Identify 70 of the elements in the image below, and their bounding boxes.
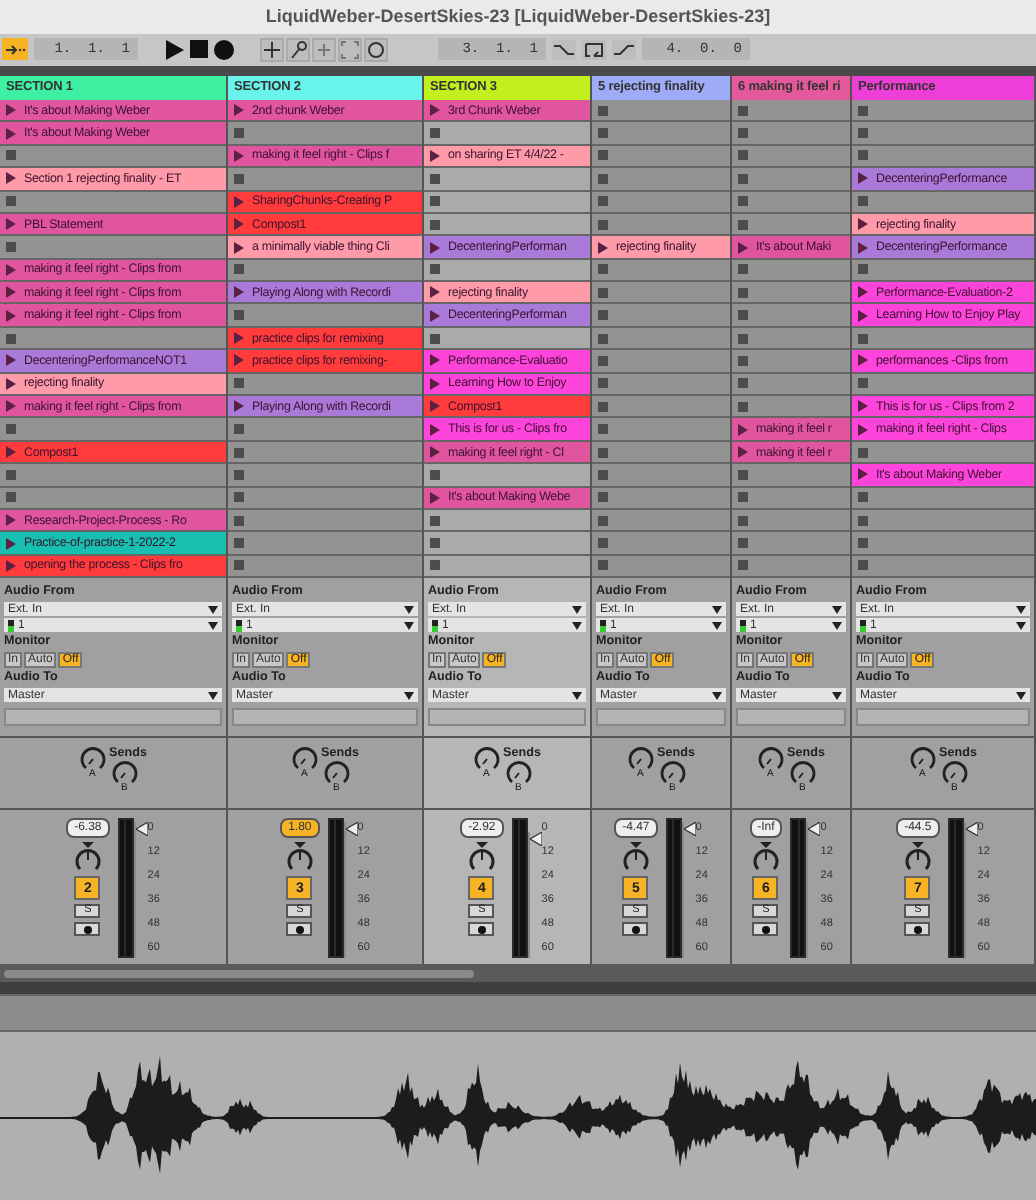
level-icon: [236, 619, 242, 632]
play-icon[interactable]: [598, 241, 608, 253]
circle-icon[interactable]: [366, 39, 386, 60]
level-meter: [947, 818, 964, 959]
level-icon: [432, 619, 438, 632]
scrollbar-thumb[interactable]: [4, 969, 474, 978]
volume-fader[interactable]: [527, 832, 542, 959]
record-icon: [631, 925, 640, 934]
pan-knob[interactable]: [73, 842, 102, 873]
window-title: LiquidWeber-DesertSkies-23 [LiquidWeber-DesertSkies-23]: [265, 6, 771, 27]
arm-button[interactable]: [752, 922, 779, 937]
record-icon[interactable]: [214, 39, 234, 60]
level-icon: [600, 619, 606, 632]
arm-button[interactable]: [286, 922, 313, 937]
record-icon: [761, 925, 770, 934]
node-icon[interactable]: [288, 39, 308, 60]
level-meter: [665, 818, 682, 959]
record-icon: [477, 925, 486, 934]
send-knob[interactable]: [659, 760, 686, 787]
level-meter: [790, 818, 807, 959]
send-knob[interactable]: [757, 746, 784, 773]
play-icon[interactable]: [164, 39, 184, 60]
curve-icon[interactable]: [612, 39, 636, 60]
caret-icon: [572, 691, 582, 700]
arm-button[interactable]: [468, 922, 495, 937]
blank-bar: [736, 708, 846, 727]
send-knob[interactable]: [323, 760, 350, 787]
send-knob[interactable]: [627, 746, 654, 773]
pan-knob[interactable]: [285, 842, 314, 873]
send-knob[interactable]: [291, 746, 318, 773]
stop-icon[interactable]: [190, 40, 208, 59]
caret-icon: [712, 691, 722, 700]
pan-knob[interactable]: [751, 842, 780, 873]
send-knob[interactable]: [111, 760, 138, 787]
play-icon[interactable]: [6, 172, 16, 185]
volume-fader[interactable]: [133, 822, 148, 959]
play-icon[interactable]: [430, 149, 440, 162]
caret-icon: [404, 691, 414, 700]
plus-icon[interactable]: [262, 39, 282, 60]
pan-knob[interactable]: [903, 842, 932, 873]
volume-fader[interactable]: [963, 822, 978, 959]
level-meter: [327, 818, 344, 959]
record-icon: [295, 925, 304, 934]
arm-button[interactable]: [904, 922, 931, 937]
blank-bar: [596, 708, 726, 727]
send-knob[interactable]: [473, 746, 500, 773]
follow-button[interactable]: [2, 38, 28, 61]
arm-button[interactable]: [74, 922, 101, 937]
record-icon: [913, 925, 922, 934]
caret-icon: [208, 691, 218, 700]
loop-icon[interactable]: [582, 39, 606, 60]
volume-fader[interactable]: [681, 822, 696, 959]
volume-fader[interactable]: [343, 822, 358, 959]
pan-knob[interactable]: [467, 842, 496, 873]
arm-button[interactable]: [622, 922, 649, 937]
send-knob[interactable]: [79, 746, 106, 773]
level-meter: [511, 818, 528, 959]
caret-icon: [1016, 691, 1026, 700]
record-icon: [83, 925, 92, 934]
send-knob[interactable]: [909, 746, 936, 773]
send-knob[interactable]: [505, 760, 532, 787]
level-icon: [740, 619, 746, 632]
send-knob[interactable]: [789, 760, 816, 787]
send-knob[interactable]: [941, 760, 968, 787]
curve-icon[interactable]: [552, 39, 576, 60]
pan-knob[interactable]: [621, 842, 650, 873]
level-meter: [117, 818, 134, 959]
level-icon: [8, 619, 14, 632]
caret-icon: [832, 691, 842, 700]
level-icon: [860, 619, 866, 632]
